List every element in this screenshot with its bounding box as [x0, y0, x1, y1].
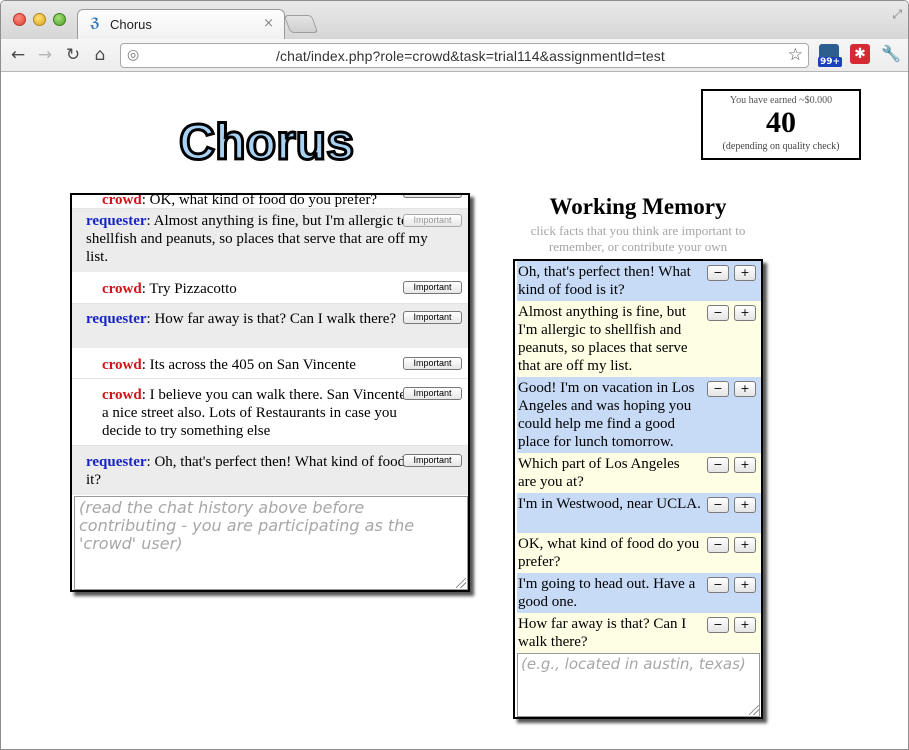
page-content: Chorus You have earned ~$0.000 40 (depen…	[1, 73, 908, 749]
important-button[interactable]: Important	[403, 311, 462, 324]
memory-fact[interactable]: Oh, that's perfect then! What kind of fo…	[517, 261, 761, 301]
speaker-crowd: crowd	[102, 195, 142, 208]
important-button[interactable]: Important	[403, 454, 462, 467]
zoom-window-button[interactable]	[53, 13, 66, 26]
forward-icon[interactable]: →	[34, 44, 56, 66]
speaker-requester: requester	[86, 311, 147, 327]
fact-text: I'm in Westwood, near UCLA.	[518, 496, 701, 512]
mail-count-badge: 99+	[818, 57, 843, 67]
chat-message: crowd: Try Pizzacotto Important	[72, 273, 468, 304]
decrease-importance-button[interactable]: −	[707, 265, 729, 281]
resize-handle-icon[interactable]	[749, 705, 759, 715]
fact-text: Oh, that's perfect then! What kind of fo…	[518, 264, 691, 298]
message-text: : Its across the 405 on San Vincente	[141, 357, 356, 373]
message-text: : OK, what kind of food do you prefer?	[141, 195, 378, 208]
memory-fact[interactable]: Almost anything is fine, but I'm allergi…	[517, 301, 761, 377]
working-memory-title: Working Memory	[549, 194, 727, 219]
chorus-logo: Chorus	[178, 113, 356, 172]
chat-message: requester: How far away is that? Can I w…	[72, 304, 468, 349]
fact-text: Almost anything is fine, but I'm allergi…	[518, 304, 688, 374]
browser-window: ℨ Chorus × ⤢ ← → ↻ ⌂ ◎ /chat/index.php?r…	[0, 0, 909, 750]
home-icon[interactable]: ⌂	[89, 44, 111, 66]
increase-importance-button[interactable]: +	[734, 577, 756, 593]
memory-fact[interactable]: How far away is that? Can I walk there? …	[517, 613, 761, 653]
red-extension-icon[interactable]: ✱	[850, 44, 870, 64]
important-button[interactable]: Important	[403, 214, 462, 227]
resize-handle-icon[interactable]	[456, 578, 466, 588]
fact-text: Which part of Los Angeles are you at?	[518, 456, 680, 490]
chat-history[interactable]: crowd: OK, what kind of food do you pref…	[72, 195, 468, 496]
tab-strip: ℨ Chorus × ⤢	[1, 1, 908, 40]
tab-title: Chorus	[110, 17, 152, 32]
decrease-importance-button[interactable]: −	[707, 497, 729, 513]
increase-importance-button[interactable]: +	[734, 497, 756, 513]
decrease-importance-button[interactable]: −	[707, 537, 729, 553]
message-text: : I believe you can walk there. San Vinc…	[102, 387, 420, 439]
chat-message: crowd: OK, what kind of food do you pref…	[72, 195, 468, 209]
chat-message-input[interactable]: (read the chat history above before cont…	[74, 496, 468, 590]
chat-message: requester: Oh, that's perfect then! What…	[72, 446, 468, 496]
chorus-favicon-icon: ℨ	[90, 16, 100, 31]
fact-text: How far away is that? Can I walk there?	[518, 616, 687, 650]
important-button[interactable]	[403, 195, 462, 198]
chat-message: crowd: Its across the 405 on San Vincent…	[72, 349, 468, 379]
close-icon[interactable]: ×	[263, 16, 274, 31]
close-window-button[interactable]	[13, 13, 26, 26]
wrench-menu-icon[interactable]: 🔧	[881, 44, 901, 64]
address-bar[interactable]: ◎ /chat/index.php?role=crowd&task=trial1…	[120, 43, 809, 68]
increase-importance-button[interactable]: +	[734, 537, 756, 553]
decrease-importance-button[interactable]: −	[707, 457, 729, 473]
chat-message: requester: Almost anything is fine, but …	[72, 209, 468, 273]
earnings-label: You have earned ~$0.000	[729, 95, 833, 106]
url-text[interactable]: /chat/index.php?role=crowd&task=trial114…	[276, 48, 665, 64]
new-fact-input[interactable]: (e.g., located in austin, texas)	[517, 653, 760, 717]
decrease-importance-button[interactable]: −	[707, 577, 729, 593]
back-icon[interactable]: ←	[7, 44, 29, 66]
increase-importance-button[interactable]: +	[734, 617, 756, 633]
reload-icon[interactable]: ↻	[62, 44, 84, 66]
fullscreen-icon[interactable]: ⤢	[892, 7, 902, 22]
speaker-crowd: crowd	[102, 357, 142, 373]
bookmark-star-icon[interactable]: ☆	[788, 45, 803, 65]
memory-fact[interactable]: Which part of Los Angeles are you at? − …	[517, 453, 761, 493]
fact-text: Good! I'm on vacation in Los Angeles and…	[518, 380, 695, 450]
memory-fact[interactable]: Good! I'm on vacation in Los Angeles and…	[517, 377, 761, 453]
message-text: : How far away is that? Can I walk there…	[146, 311, 397, 327]
important-button[interactable]: Important	[403, 357, 462, 370]
tab-chorus[interactable]: ℨ Chorus ×	[77, 9, 285, 40]
points-count: 40	[766, 106, 796, 139]
memory-fact[interactable]: OK, what kind of food do you prefer? − +	[517, 533, 761, 573]
speaker-requester: requester	[86, 213, 147, 229]
decrease-importance-button[interactable]: −	[707, 305, 729, 321]
speaker-requester: requester	[86, 454, 147, 470]
decrease-importance-button[interactable]: −	[707, 381, 729, 397]
important-button[interactable]: Important	[403, 281, 462, 294]
globe-icon: ◎	[127, 47, 140, 63]
chat-panel: crowd: OK, what kind of food do you pref…	[70, 193, 470, 592]
fact-text: I'm going to head out. Have a good one.	[518, 576, 696, 610]
earnings-note: (depending on quality check)	[722, 141, 840, 152]
memory-fact[interactable]: I'm going to head out. Have a good one. …	[517, 573, 761, 613]
minimize-window-button[interactable]	[33, 13, 46, 26]
increase-importance-button[interactable]: +	[734, 381, 756, 397]
increase-importance-button[interactable]: +	[734, 265, 756, 281]
important-button[interactable]: Important	[403, 387, 462, 400]
speaker-crowd: crowd	[102, 387, 142, 403]
working-memory-panel: Oh, that's perfect then! What kind of fo…	[513, 259, 763, 719]
increase-importance-button[interactable]: +	[734, 457, 756, 473]
new-tab-button[interactable]	[283, 15, 319, 33]
speaker-crowd: crowd	[102, 281, 142, 297]
increase-importance-button[interactable]: +	[734, 305, 756, 321]
browser-toolbar: ← → ↻ ⌂ ◎ /chat/index.php?role=crowd&tas…	[1, 39, 908, 72]
working-memory-subtitle: click facts that you think are important…	[530, 223, 746, 254]
fact-text: OK, what kind of food do you prefer?	[518, 536, 700, 570]
memory-fact[interactable]: I'm in Westwood, near UCLA. − +	[517, 493, 761, 533]
chat-message: crowd: I believe you can walk there. San…	[72, 379, 468, 446]
message-text: : Try Pizzacotto	[141, 281, 237, 297]
earnings-box: You have earned ~$0.000 40 (depending on…	[701, 89, 861, 160]
decrease-importance-button[interactable]: −	[707, 617, 729, 633]
